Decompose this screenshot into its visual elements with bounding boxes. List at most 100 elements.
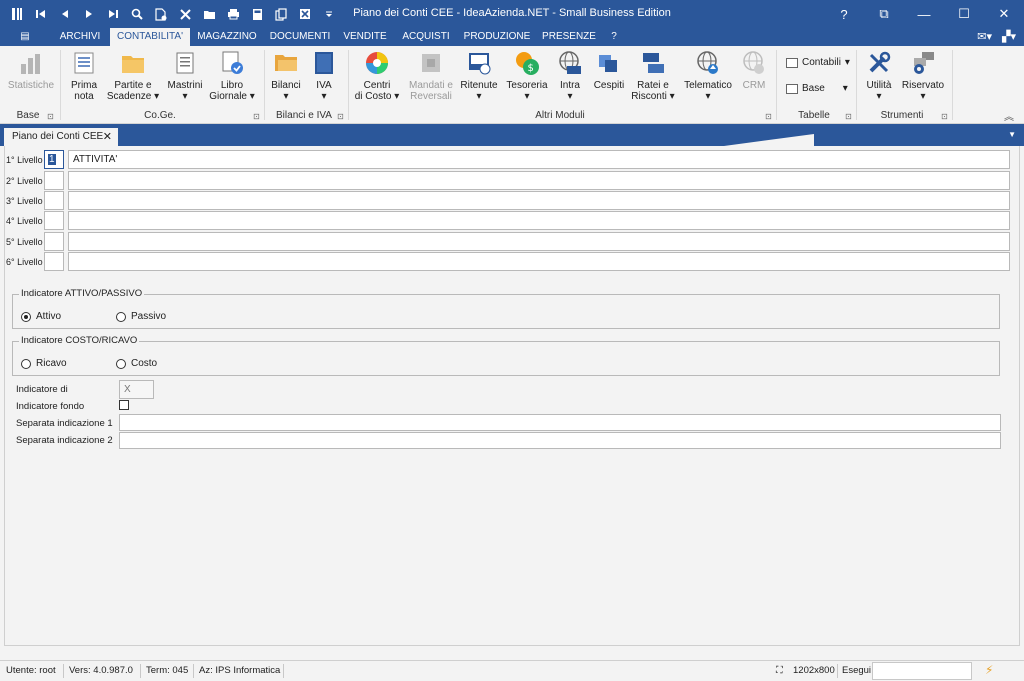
tab-documenti[interactable]: DOCUMENTI: [266, 28, 334, 46]
utilita-dropdown-icon: ▾: [876, 91, 882, 102]
close-tab-icon[interactable]: ✕: [103, 128, 112, 146]
radio-passivo[interactable]: Passivo: [116, 311, 166, 322]
maximize-button[interactable]: ☐: [944, 0, 984, 28]
delete-icon[interactable]: [174, 4, 196, 24]
folder-icon: [122, 56, 144, 73]
telematico-label: Telematico: [684, 80, 732, 91]
intra-button[interactable]: Intra ▾: [552, 50, 588, 102]
level-description-input[interactable]: [68, 191, 1010, 210]
restore-panel-button[interactable]: ⧉: [864, 0, 904, 28]
strumenti-group-launcher-icon[interactable]: ⊡: [941, 112, 948, 121]
level-description-input[interactable]: [68, 171, 1010, 190]
level-description-input[interactable]: ATTIVITA': [68, 150, 1010, 169]
crm-button[interactable]: CRM: [738, 50, 770, 91]
ritenute-label: Ritenute: [460, 80, 498, 91]
base-tables-button[interactable]: Base ▾: [786, 83, 848, 94]
last-record-icon[interactable]: [102, 4, 124, 24]
form-area: 1° Livello 1 ATTIVITA' 2° Livello 3° Liv…: [0, 146, 1024, 660]
tab-help[interactable]: ?: [602, 28, 626, 46]
collapse-ribbon-icon[interactable]: ︽: [1004, 108, 1014, 123]
utilita-button[interactable]: Utilità ▾: [862, 50, 896, 102]
level-code-input[interactable]: 1: [44, 150, 64, 169]
file-menu-tab[interactable]: ▤: [10, 28, 40, 46]
level-code-input[interactable]: [44, 232, 64, 251]
level-description-input[interactable]: [68, 211, 1010, 230]
customize-qat-icon[interactable]: [318, 4, 340, 24]
intra-label: Intra: [559, 80, 580, 91]
iva-button[interactable]: IVA ▾: [308, 50, 340, 102]
libro-giornale-button[interactable]: Libro Giornale ▾: [208, 50, 256, 102]
contabili-button[interactable]: Contabili ▾: [786, 57, 850, 68]
next-record-icon[interactable]: [78, 4, 100, 24]
level-code-input[interactable]: [44, 171, 64, 190]
tesoreria-button[interactable]: $ Tesoreria ▾: [504, 50, 550, 102]
currency-icon: $: [516, 52, 539, 75]
statistiche-button[interactable]: Statistiche: [6, 50, 56, 91]
tab-magazzino[interactable]: MAGAZZINO: [192, 28, 262, 46]
tab-contabilita[interactable]: CONTABILITA': [110, 28, 190, 46]
cespiti-button[interactable]: Cespiti: [592, 50, 626, 91]
bilanci-iva-group-launcher-icon[interactable]: ⊡: [337, 112, 344, 121]
radio-costo[interactable]: Costo: [116, 358, 157, 369]
bilanci-button[interactable]: Bilanci ▾: [268, 50, 304, 102]
mandati-reversali-button[interactable]: Mandati e Reversali: [406, 50, 456, 102]
radio-attivo[interactable]: Attivo: [21, 311, 61, 322]
lightning-icon[interactable]: ⚡: [985, 663, 993, 677]
tab-overflow-icon[interactable]: ▼: [1008, 130, 1016, 139]
partite-scadenze-button[interactable]: Partite e Scadenze ▾: [106, 50, 160, 102]
copy-icon[interactable]: [270, 4, 292, 24]
close-button[interactable]: ✕: [984, 0, 1024, 28]
level-description-input[interactable]: [68, 252, 1010, 271]
search-icon[interactable]: [126, 4, 148, 24]
tab-archivi[interactable]: ARCHIVI: [54, 28, 106, 46]
mastrini-button[interactable]: Mastrini ▾: [164, 50, 206, 102]
status-azienda: Az: IPS Informatica: [199, 665, 281, 676]
calculator-icon[interactable]: [246, 4, 268, 24]
prev-record-icon[interactable]: [54, 4, 76, 24]
level-description-input[interactable]: [68, 232, 1010, 251]
mail-icon[interactable]: ✉▾: [977, 30, 992, 43]
minimize-button[interactable]: —: [904, 0, 944, 28]
separata-indicazione-1-input[interactable]: [119, 414, 1001, 431]
radio-attivo-indicator: [21, 311, 31, 322]
app-icon[interactable]: [6, 4, 28, 24]
folders-icon: [275, 55, 297, 71]
tab-produzione[interactable]: PRODUZIONE: [460, 28, 534, 46]
new-document-icon[interactable]: [150, 4, 172, 24]
help-button[interactable]: ?: [824, 0, 864, 28]
riservato-button[interactable]: Riservato ▾: [900, 50, 946, 102]
ritenute-button[interactable]: Ritenute ▾: [458, 50, 500, 102]
level-code-input[interactable]: [44, 211, 64, 230]
open-folder-icon[interactable]: [198, 4, 220, 24]
ratei-risconti-button[interactable]: Ratei e Risconti ▾: [630, 50, 676, 102]
tabelle-group-launcher-icon[interactable]: ⊡: [845, 112, 852, 121]
status-resolution: 1202x800: [793, 665, 835, 676]
level-code-input[interactable]: [44, 252, 64, 271]
esegui-input[interactable]: [872, 662, 972, 680]
telematico-button[interactable]: Telematico ▾: [682, 50, 734, 102]
doc-tab-piano-conti[interactable]: Piano dei Conti CEE ✕: [4, 128, 118, 146]
excel-icon[interactable]: [294, 4, 316, 24]
prima-nota-button[interactable]: Prima nota: [64, 50, 104, 102]
level-code-input[interactable]: [44, 191, 64, 210]
radio-ricavo[interactable]: Ricavo: [21, 358, 67, 369]
coge-group-launcher-icon[interactable]: ⊡: [253, 112, 260, 121]
first-record-icon[interactable]: [30, 4, 52, 24]
centri-di-costo-button[interactable]: Centri di Costo ▾: [352, 50, 402, 102]
partite-label-2: Scadenze: [106, 91, 152, 102]
level-label: 6° Livello: [6, 256, 43, 267]
tab-vendite[interactable]: VENDITE: [338, 28, 392, 46]
altri-moduli-group-launcher-icon[interactable]: ⊡: [765, 112, 772, 121]
base-tables-dropdown-icon: ▾: [842, 83, 848, 94]
print-icon[interactable]: [222, 4, 244, 24]
statistics-icon: [21, 54, 40, 74]
layout-icon[interactable]: ▞▾: [1002, 30, 1016, 43]
fullscreen-icon[interactable]: ⛶: [776, 665, 783, 676]
indicatore-fondo-checkbox[interactable]: [119, 400, 129, 410]
separata-indicazione-2-input[interactable]: [119, 432, 1001, 449]
libro-label-2: Giornale: [209, 91, 247, 102]
base-group-launcher-icon[interactable]: ⊡: [47, 112, 54, 121]
indicatore-di-input[interactable]: X: [119, 380, 154, 399]
tab-presenze[interactable]: PRESENZE: [538, 28, 600, 46]
tab-acquisti[interactable]: ACQUISTI: [396, 28, 456, 46]
